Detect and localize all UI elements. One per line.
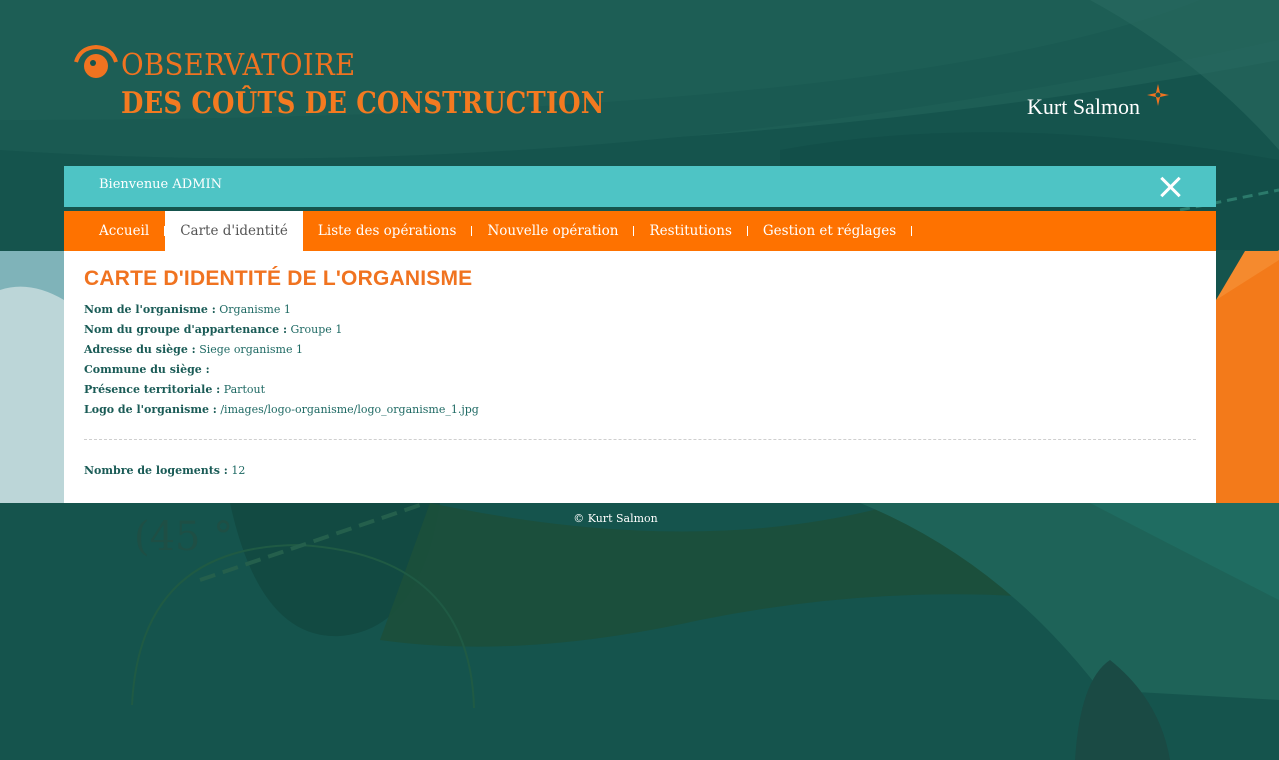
field-label: Nom de l'organisme : — [84, 303, 216, 316]
logo-title-line1: OBSERVATOIRE — [121, 48, 356, 83]
field-label: Nombre de logements : — [84, 464, 228, 477]
main-nav: Accueil Carte d'identité Liste des opéra… — [64, 211, 1216, 251]
nav-item-restitutions[interactable]: Restitutions — [634, 211, 746, 251]
nav-item-nouvelle-operation[interactable]: Nouvelle opération — [472, 211, 633, 251]
field-label: Adresse du siège : — [84, 343, 196, 356]
page-title: CARTE D'IDENTITÉ DE L'ORGANISME — [84, 267, 473, 290]
field-label: Logo de l'organisme : — [84, 403, 217, 416]
kurt-salmon-logo: Kurt Salmon — [1027, 84, 1169, 120]
star-icon — [1147, 84, 1169, 106]
nav-separator — [911, 226, 913, 236]
nav-item-carte-identite[interactable]: Carte d'identité — [165, 211, 303, 251]
nav-item-gestion-reglages[interactable]: Gestion et réglages — [748, 211, 911, 251]
close-icon[interactable] — [1158, 175, 1182, 199]
field-label: Présence territoriale : — [84, 383, 221, 396]
welcome-bar: Bienvenue ADMIN — [64, 166, 1216, 207]
field-label: Commune du siège : — [84, 363, 210, 376]
brand-name: Kurt Salmon — [1027, 94, 1141, 119]
welcome-text: Bienvenue ADMIN — [99, 177, 223, 192]
field-row-logo: Logo de l'organisme : /images/logo-organ… — [84, 400, 1196, 420]
field-value: Groupe 1 — [290, 323, 343, 336]
field-label: Nom du groupe d'appartenance : — [84, 323, 288, 336]
main-content: CARTE D'IDENTITÉ DE L'ORGANISME Nom de l… — [64, 251, 1216, 503]
eye-logo-icon — [74, 44, 118, 78]
field-value: Siege organisme 1 — [199, 343, 303, 356]
footer: © Kurt Salmon — [0, 512, 1279, 525]
field-row-nom-organisme: Nom de l'organisme : Organisme 1 — [84, 300, 1196, 320]
field-value: Organisme 1 — [219, 303, 291, 316]
field-row-presence: Présence territoriale : Partout — [84, 380, 1196, 400]
field-value: 12 — [231, 464, 246, 477]
logo-title-line2: DES COÛTS DE CONSTRUCTION — [121, 86, 605, 121]
footer-copyright: © Kurt Salmon — [573, 512, 658, 525]
nav-item-accueil[interactable]: Accueil — [84, 211, 164, 251]
field-value: /images/logo-organisme/logo_organisme_1.… — [220, 403, 479, 416]
divider — [84, 439, 1196, 440]
field-row-logements: Nombre de logements : 12 — [84, 461, 1196, 481]
nav-item-liste-operations[interactable]: Liste des opérations — [303, 211, 472, 251]
field-value: Partout — [223, 383, 265, 396]
field-row-commune: Commune du siège : — [84, 360, 1196, 380]
field-row-groupe: Nom du groupe d'appartenance : Groupe 1 — [84, 320, 1196, 340]
field-row-adresse: Adresse du siège : Siege organisme 1 — [84, 340, 1196, 360]
